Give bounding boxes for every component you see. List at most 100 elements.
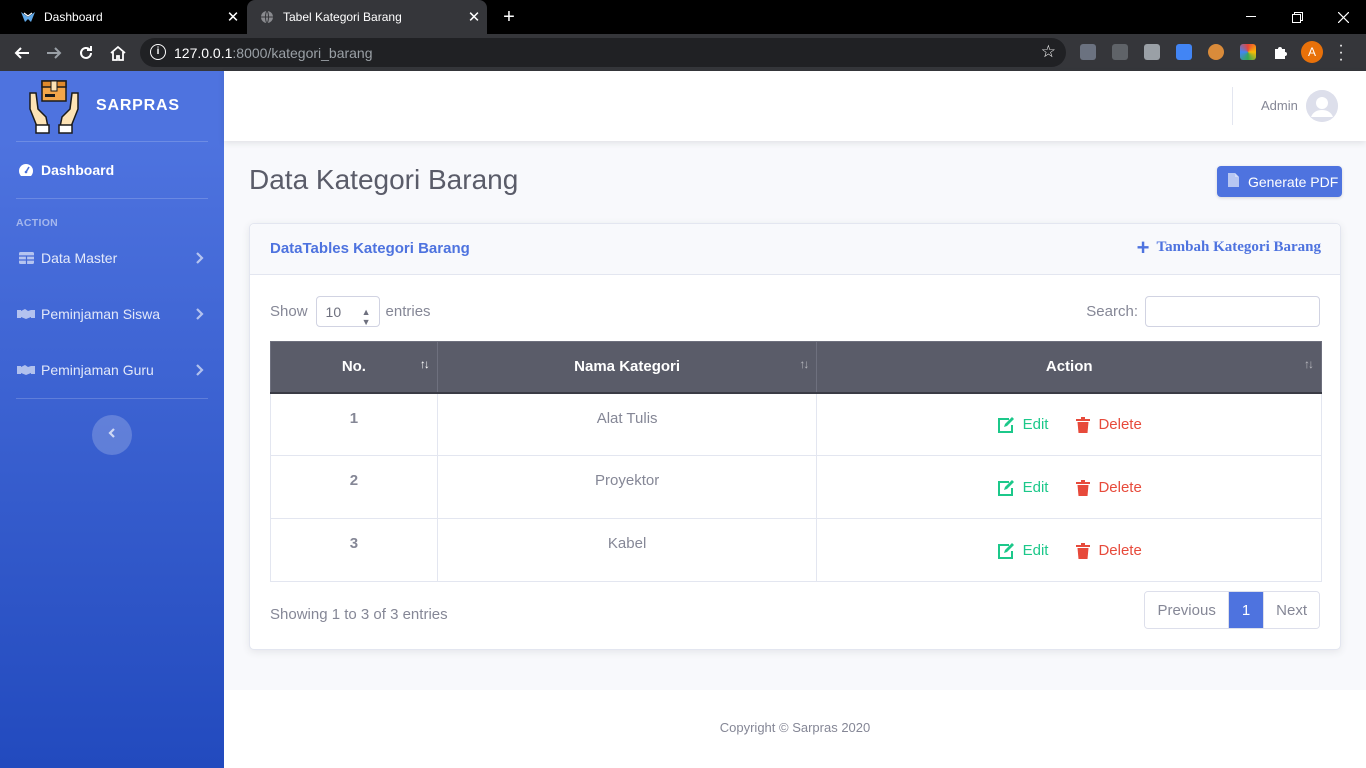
footer: Copyright © Sarpras 2020 [224, 690, 1366, 768]
extension-icon[interactable] [1240, 44, 1256, 60]
extension-icon[interactable] [1208, 44, 1224, 60]
camera-icon[interactable] [1144, 44, 1160, 60]
search-input[interactable] [1145, 296, 1320, 327]
topbar-divider [1232, 87, 1233, 125]
cell-nama-kategori: Kabel [436, 518, 818, 582]
sort-icon: ↑↓ [799, 357, 809, 371]
cell-nama-kategori: Proyektor [436, 455, 818, 519]
chevron-right-icon [194, 363, 204, 377]
extension-icon[interactable] [1112, 44, 1128, 60]
cell-action: Edit Delete [816, 455, 1322, 519]
kategori-table: No. ↑↓ Nama Kategori ↑↓ Action ↑↓ 1 Alat Tu… [270, 341, 1322, 582]
hands-box-logo-icon [26, 79, 82, 135]
sort-icon: ↑↓ [419, 357, 430, 371]
pagination: Previous 1 Next [1144, 591, 1320, 629]
user-name[interactable]: Admin [1261, 98, 1298, 113]
browser-tab-dashboard[interactable]: Dashboard ✕ [0, 0, 246, 34]
sort-icon: ↑↓ [1304, 357, 1314, 371]
plus-icon: + [1136, 234, 1150, 260]
user-avatar-icon[interactable] [1306, 90, 1338, 122]
sidebar-item-dashboard[interactable]: Dashboard [0, 150, 224, 190]
trash-icon [1076, 416, 1091, 433]
search-control: Search: [1086, 296, 1320, 327]
page-length-select[interactable]: 10 ▲ ▼ [315, 296, 380, 327]
extension-icon[interactable] [1080, 44, 1096, 60]
close-window-icon[interactable] [1320, 0, 1366, 34]
brand-name: SARPRAS [96, 97, 180, 114]
sidebar-divider [16, 141, 208, 142]
handshake-icon [17, 306, 35, 322]
edit-icon [997, 542, 1015, 559]
edit-button[interactable]: Edit [997, 479, 1048, 496]
sidebar-item-peminjaman-guru[interactable]: Peminjaman Guru [0, 350, 224, 390]
address-bar[interactable]: i 127.0.0.1:8000/kategori_barang ☆ [140, 38, 1066, 67]
close-tab-icon[interactable]: ✕ [461, 8, 487, 26]
forward-icon[interactable] [43, 42, 65, 64]
page-length-control: Show 10 ▲ ▼ entries [270, 296, 431, 327]
sarpras-favicon-icon [20, 9, 36, 25]
edit-button[interactable]: Edit [997, 416, 1048, 433]
table-row: 2 Proyektor Edit Delete [270, 455, 1322, 519]
chevron-right-icon [194, 307, 204, 321]
bookmark-star-icon[interactable]: ☆ [1041, 42, 1056, 62]
generate-pdf-button[interactable]: Generate PDF [1217, 166, 1342, 197]
page-title: Data Kategori Barang [249, 164, 519, 195]
datatable-card: DataTables Kategori Barang + Tambah Kate… [249, 223, 1341, 650]
column-header-nama-kategori[interactable]: Nama Kategori ↑↓ [436, 341, 818, 394]
card-header: DataTables Kategori Barang + Tambah Kate… [250, 224, 1340, 275]
extension-icon[interactable] [1176, 44, 1192, 60]
new-tab-icon[interactable]: + [500, 6, 518, 28]
restore-icon[interactable] [1274, 0, 1320, 34]
chevron-left-icon [107, 426, 117, 444]
close-tab-icon[interactable]: ✕ [220, 8, 246, 26]
sidebar-item-data-master[interactable]: Data Master [0, 238, 224, 278]
cell-no: 2 [270, 455, 438, 519]
table-row: 3 Kabel Edit Delete [270, 518, 1322, 582]
edit-icon [997, 479, 1015, 496]
browser-menu-icon[interactable]: · · · [1336, 38, 1346, 68]
tab-title: Tabel Kategori Barang [283, 10, 402, 24]
cell-no: 3 [270, 518, 438, 582]
delete-button[interactable]: Delete [1076, 416, 1142, 433]
tachometer-icon [17, 162, 35, 178]
trash-icon [1076, 479, 1091, 496]
next-page-button[interactable]: Next [1263, 592, 1319, 628]
column-header-action[interactable]: Action ↑↓ [816, 341, 1322, 394]
minimize-icon[interactable] [1228, 0, 1274, 34]
cell-no: 1 [270, 392, 438, 456]
sidebar-item-label: Data Master [41, 250, 118, 266]
add-kategori-button[interactable]: + Tambah Kategori Barang [1136, 234, 1321, 260]
sidebar-toggle-button[interactable] [92, 415, 132, 455]
trash-icon [1076, 542, 1091, 559]
page-1-button[interactable]: 1 [1228, 592, 1264, 628]
puzzle-icon[interactable] [1272, 44, 1288, 60]
sidebar-item-label: Peminjaman Guru [41, 362, 154, 378]
sort-caret-icon: ▲ ▼ [361, 307, 371, 327]
card-title: DataTables Kategori Barang [270, 240, 470, 257]
cell-nama-kategori: Alat Tulis [436, 392, 818, 456]
home-icon[interactable] [107, 42, 129, 64]
copyright-text: Copyright © Sarpras 2020 [719, 720, 871, 735]
sidebar-brand[interactable]: SARPRAS [0, 71, 224, 141]
browser-tab-bar: Dashboard ✕ Tabel Kategori Barang ✕ + [0, 0, 1366, 34]
delete-button[interactable]: Delete [1076, 479, 1142, 496]
profile-avatar[interactable]: A [1301, 41, 1323, 63]
file-pdf-icon [1228, 173, 1239, 190]
site-info-icon[interactable]: i [150, 44, 166, 60]
delete-button[interactable]: Delete [1076, 542, 1142, 559]
edit-button[interactable]: Edit [997, 542, 1048, 559]
reload-icon[interactable] [75, 42, 97, 64]
column-header-no[interactable]: No. ↑↓ [270, 341, 438, 394]
table-row: 1 Alat Tulis Edit Delete [270, 392, 1322, 456]
topbar: Admin [224, 71, 1366, 141]
tab-title: Dashboard [44, 10, 103, 24]
sidebar-item-peminjaman-siswa[interactable]: Peminjaman Siswa [0, 294, 224, 334]
back-icon[interactable] [11, 42, 33, 64]
sidebar-heading: ACTION [16, 217, 59, 229]
handshake-icon [17, 362, 35, 378]
previous-page-button[interactable]: Previous [1145, 592, 1229, 628]
sidebar-divider [16, 398, 208, 399]
browser-tab-kategori[interactable]: Tabel Kategori Barang ✕ [247, 0, 487, 34]
sidebar-item-label: Peminjaman Siswa [41, 306, 161, 322]
edit-icon [997, 416, 1015, 433]
